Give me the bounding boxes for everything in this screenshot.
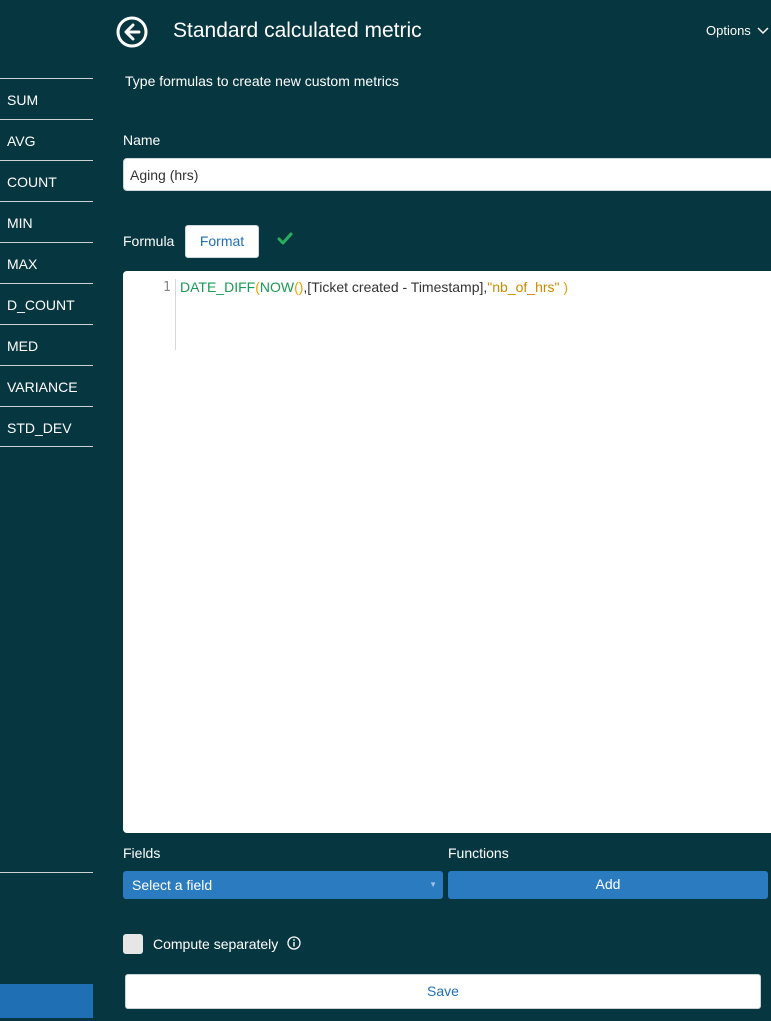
sidebar-item-min[interactable]: MIN [0,201,93,242]
formula-token: DATE_DIFF [180,279,256,295]
sidebar-item-max[interactable]: MAX [0,242,93,283]
compute-separately-checkbox[interactable] [123,934,143,954]
sidebar-item-std-dev[interactable]: STD_DEV [0,406,93,447]
name-label: Name [123,132,161,148]
add-button[interactable]: Add [448,871,768,899]
sidebar-item-avg[interactable]: AVG [0,119,93,160]
functions-label: Functions [448,845,509,861]
formula-token: "nb_of_hrs" [487,279,560,295]
sidebar-item-med[interactable]: MED [0,324,93,365]
chevron-down-icon [757,26,769,34]
aggregation-sidebar: SUM AVG COUNT MIN MAX D_COUNT MED VARIAN… [0,78,93,447]
options-menu[interactable]: Options [706,23,769,38]
sidebar-item-d-count[interactable]: D_COUNT [0,283,93,324]
formula-label: Formula [123,233,175,249]
formula-token: ,[Ticket created - Timestamp], [303,279,488,295]
page-title: Standard calculated metric [173,19,422,42]
formula-editor[interactable]: 1 DATE_DIFF(NOW(),[Ticket created - Time… [123,271,771,833]
line-number: 1 [163,280,171,295]
formula-token: ) [559,279,569,295]
name-input[interactable] [123,158,771,191]
sidebar-active-block[interactable] [0,984,93,1018]
save-button[interactable]: Save [125,974,761,1009]
format-button[interactable]: Format [185,225,259,258]
sidebar-item-count[interactable]: COUNT [0,160,93,201]
sidebar-item-sum[interactable]: SUM [0,78,93,119]
field-select-label: Select a field [132,877,213,893]
dropdown-arrow-icon: ▼ [429,880,437,889]
check-icon [277,231,293,252]
formula-code: DATE_DIFF(NOW(),[Ticket created - Timest… [180,279,568,295]
back-icon[interactable] [116,16,148,48]
field-select[interactable]: Select a field ▼ [123,871,443,899]
page-subtitle: Type formulas to create new custom metri… [125,73,399,89]
editor-gutter [175,279,176,350]
info-icon[interactable] [287,936,301,955]
compute-separately-label: Compute separately [153,936,279,952]
fields-label: Fields [123,845,161,861]
sidebar-item-variance[interactable]: VARIANCE [0,365,93,406]
formula-token: NOW [259,279,295,295]
sidebar-divider [0,872,93,873]
options-label: Options [706,23,751,38]
